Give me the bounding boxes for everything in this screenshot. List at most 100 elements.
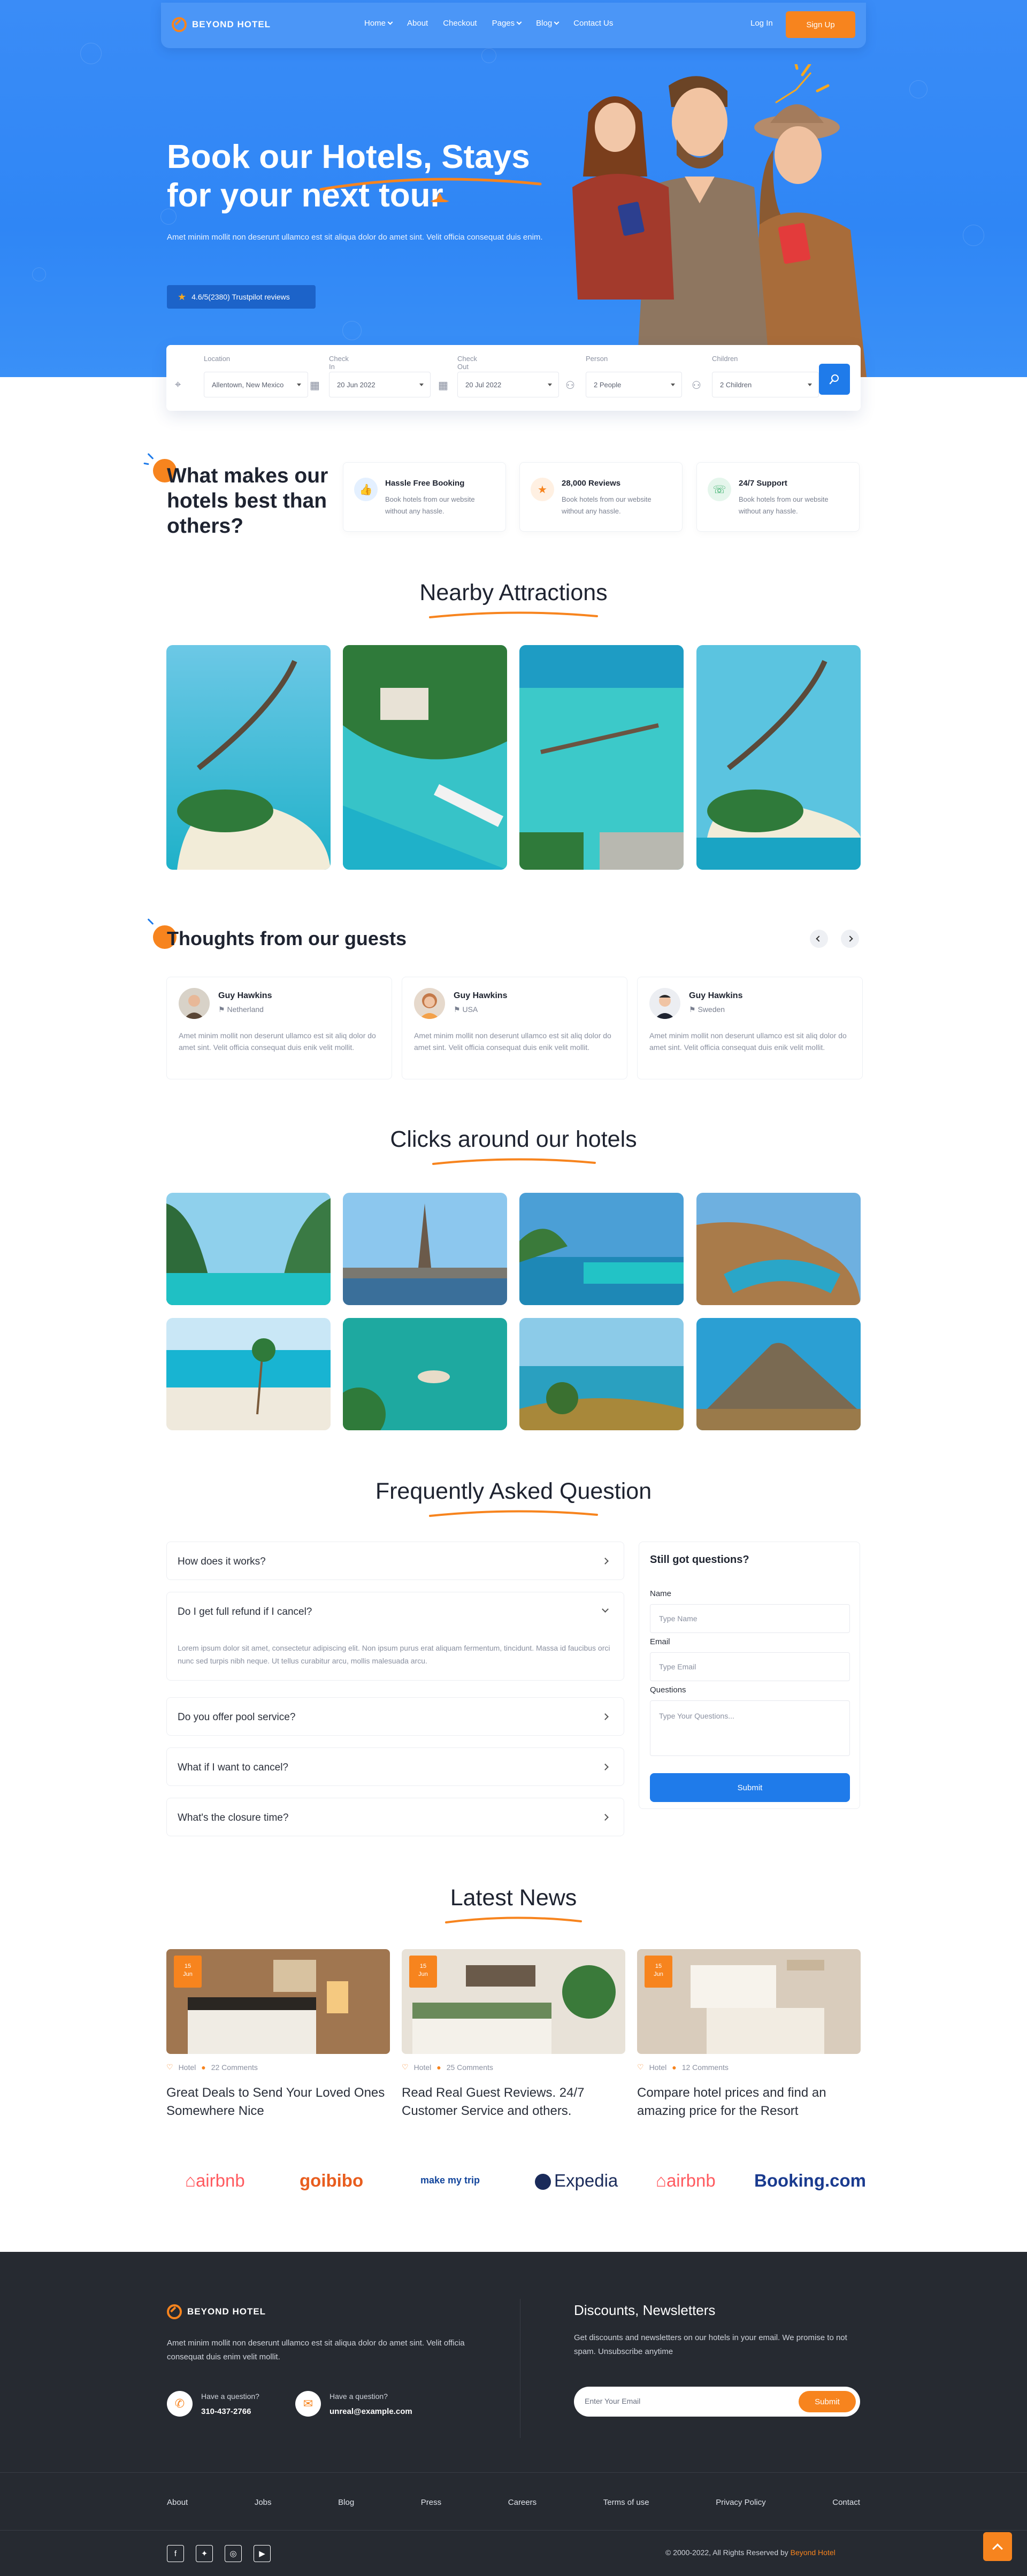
footer-logo[interactable]: BEYOND HOTEL	[167, 2304, 266, 2319]
partner-logo-airbnb[interactable]: ⌂airbnb	[656, 2171, 716, 2191]
phone-link[interactable]: 310-437-2766	[201, 2407, 251, 2416]
email-link[interactable]: unreal@example.com	[329, 2407, 412, 2416]
person-select[interactable]: 2 People	[586, 372, 682, 397]
news-meta: ♡ Hotel ● 12 Comments	[637, 2063, 729, 2072]
gallery-photo[interactable]	[166, 1318, 331, 1430]
people-icon: ⚇	[565, 380, 575, 392]
gallery-photo[interactable]	[343, 1193, 507, 1305]
hero-subtitle: Amet minim mollit non deserunt ullamco e…	[167, 233, 543, 242]
footer-divider	[0, 2472, 1027, 2473]
footer-link-blog[interactable]: Blog	[338, 2498, 354, 2507]
gallery-photo[interactable]	[696, 1318, 861, 1430]
guests-title: Thoughts from our guests	[167, 927, 407, 949]
checkin-date-picker[interactable]: 20 Jun 2022	[329, 372, 431, 397]
footer-link-terms[interactable]: Terms of use	[603, 2498, 649, 2507]
thumbs-up-icon: 👍	[354, 478, 378, 501]
back-to-top-button[interactable]	[983, 2532, 1012, 2561]
partner-logo-airbnb[interactable]: ⌂airbnb	[185, 2171, 245, 2191]
facebook-icon[interactable]: f	[167, 2545, 184, 2562]
news-date-badge: 15 Jun	[174, 1956, 202, 1988]
carousel-prev-button[interactable]	[810, 930, 828, 948]
partner-logo-goibibo[interactable]: goibibo	[300, 2171, 363, 2191]
nav-item-contact[interactable]: Contact Us	[573, 19, 613, 28]
newsletter-submit-button[interactable]: Submit	[799, 2391, 856, 2412]
attraction-card[interactable]	[696, 645, 861, 870]
clicks-title: Clicks around our hotels	[390, 1126, 637, 1152]
gallery-photo[interactable]	[343, 1318, 507, 1430]
chevron-left-icon	[816, 936, 822, 942]
youtube-icon[interactable]: ▶	[254, 2545, 271, 2562]
decor-ray	[147, 918, 154, 925]
search-button[interactable]	[819, 364, 850, 395]
testimonial-card: Guy Hawkins ⚑ USA Amet minim mollit non …	[402, 977, 627, 1079]
footer-link-contact[interactable]: Contact	[832, 2498, 860, 2507]
brand-logo[interactable]: BEYOND HOTEL	[172, 17, 271, 32]
email-input[interactable]: Type Email	[650, 1652, 850, 1681]
login-link[interactable]: Log In	[750, 19, 773, 28]
caret-down-icon	[548, 384, 552, 386]
country-label: ⚑ USA	[454, 1005, 478, 1014]
footer-link-press[interactable]: Press	[421, 2498, 441, 2507]
news-date-badge: 15 Jun	[645, 1956, 672, 1988]
caret-down-icon	[671, 384, 675, 386]
partner-logo-expedia[interactable]: Expedia	[535, 2171, 618, 2191]
nav-item-home[interactable]: Home	[364, 19, 393, 28]
phone-icon: ✆	[167, 2391, 193, 2417]
footer-link-careers[interactable]: Careers	[508, 2498, 537, 2507]
trustpilot-rating: ★ 4.6/5(2380) Trustpilot reviews	[167, 285, 316, 309]
checkout-date-picker[interactable]: 20 Jul 2022	[457, 372, 559, 397]
faq-item[interactable]: What's the closure time?	[166, 1798, 624, 1836]
name-input[interactable]: Type Name	[650, 1604, 850, 1633]
attraction-card[interactable]	[166, 645, 331, 870]
footer-links: About Jobs Blog Press Careers Terms of u…	[167, 2498, 860, 2507]
caret-down-icon	[297, 384, 301, 386]
nav-item-checkout[interactable]: Checkout	[443, 19, 477, 28]
footer-link-about[interactable]: About	[167, 2498, 188, 2507]
signup-button[interactable]: Sign Up	[786, 11, 855, 38]
faq-item-expanded[interactable]: Do I get full refund if I cancel? Lorem …	[166, 1592, 624, 1681]
question-form: Still got questions? Name Type Name Emai…	[639, 1542, 860, 1809]
partner-logo-booking[interactable]: Booking.com	[754, 2171, 866, 2191]
partner-logo-makemytrip[interactable]: make my trip	[420, 2175, 480, 2186]
news-meta: ♡ Hotel ● 22 Comments	[166, 2063, 258, 2072]
gallery-photo[interactable]	[166, 1193, 331, 1305]
children-select[interactable]: 2 Children	[712, 372, 819, 397]
newsletter-email-input[interactable]: Enter Your Email	[585, 2397, 640, 2405]
chevron-up-icon	[992, 2543, 1003, 2554]
caret-down-icon	[419, 384, 424, 386]
nav-item-pages[interactable]: Pages	[492, 19, 522, 28]
carousel-next-button[interactable]	[841, 930, 859, 948]
gallery-photo[interactable]	[519, 1318, 684, 1430]
tag-icon: ♡	[637, 2063, 644, 2071]
feature-card: ★ 28,000 Reviews Book hotels from our we…	[519, 462, 683, 532]
chevron-right-icon	[602, 1713, 609, 1720]
nav-item-blog[interactable]: Blog	[536, 19, 560, 28]
nav-item-about[interactable]: About	[407, 19, 428, 28]
faq-item[interactable]: Do you offer pool service?	[166, 1697, 624, 1736]
location-select[interactable]: Allentown, New Mexico	[204, 372, 308, 397]
attraction-card[interactable]	[343, 645, 507, 870]
questions-textarea[interactable]: Type Your Questions...	[650, 1700, 850, 1756]
footer-link-jobs[interactable]: Jobs	[255, 2498, 272, 2507]
faq-title: Frequently Asked Question	[375, 1478, 652, 1504]
faq-item[interactable]: How does it works?	[166, 1542, 624, 1580]
twitter-icon[interactable]: ✦	[196, 2545, 213, 2562]
avatar	[649, 988, 680, 1019]
copyright-brand-link[interactable]: Beyond Hotel	[791, 2548, 836, 2557]
submit-button[interactable]: Submit	[650, 1773, 850, 1802]
main-nav: Home About Checkout Pages Blog Contact U…	[364, 19, 613, 28]
dot-icon: ●	[201, 2063, 206, 2072]
top-navbar: BEYOND HOTEL Home About Checkout Pages B…	[161, 3, 866, 48]
decor-ray	[143, 462, 149, 465]
footer-link-privacy[interactable]: Privacy Policy	[716, 2498, 765, 2507]
instagram-icon[interactable]: ◎	[225, 2545, 242, 2562]
title-underline-icon	[445, 1916, 582, 1923]
gallery-photo[interactable]	[519, 1193, 684, 1305]
gallery-photo[interactable]	[696, 1193, 861, 1305]
country-label: ⚑ Sweden	[689, 1005, 725, 1014]
footer-divider	[0, 2530, 1027, 2531]
title-underline-icon	[429, 1510, 598, 1517]
attraction-card[interactable]	[519, 645, 684, 870]
headset-icon: ☏	[708, 478, 731, 501]
faq-item[interactable]: What if I want to cancel?	[166, 1747, 624, 1786]
